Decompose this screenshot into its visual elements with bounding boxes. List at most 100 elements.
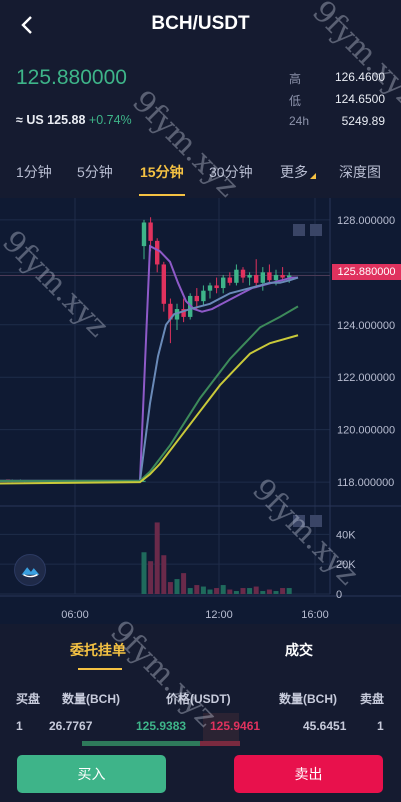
candle-body (194, 295, 199, 302)
candle-body (141, 222, 147, 247)
moving-average-line (0, 244, 298, 482)
y-tick-label: 122.000000 (337, 372, 395, 384)
stat-low-value: 124.6500 (334, 92, 385, 106)
last-price: 125.880000 (16, 66, 127, 89)
volume-bar (273, 591, 279, 594)
volume-bar (240, 588, 246, 594)
kline-svg: 128.000000126.000000124.000000122.000000… (0, 198, 401, 624)
change-percent: +0.74% (88, 113, 132, 127)
chart-tool-icon (310, 224, 322, 236)
candle-body (260, 272, 265, 283)
stat-high-value: 126.4600 (334, 70, 385, 84)
volume-bar (167, 582, 173, 594)
tab-5m[interactable]: 5分钟 (77, 162, 113, 182)
candle-body (273, 274, 279, 281)
candle-body (280, 274, 285, 278)
volume-bar (247, 588, 253, 594)
orderbook-header: 买盘 数量(BCH) 价格(USDT) 数量(BCH) 卖盘 (0, 690, 401, 710)
active-tab-indicator (139, 194, 185, 196)
order-tab-indicator (78, 668, 122, 670)
platform-logo-icon[interactable] (14, 554, 46, 586)
candle-body (207, 285, 213, 291)
header-qty-left: 数量(BCH) (62, 692, 120, 706)
chart-tool-icon (310, 515, 322, 527)
candle-body (161, 264, 166, 304)
header-qty-right: 数量(BCH) (279, 692, 337, 706)
volume-bar (214, 588, 220, 594)
candle-body (201, 290, 206, 302)
candle-body (254, 274, 259, 283)
stat-low-label: 低 (289, 94, 302, 108)
ask-index: 1 (377, 719, 384, 733)
stat-high: 高 126.4600 (289, 70, 385, 92)
page-title: BCH/USDT (151, 13, 250, 34)
volume-bar (207, 589, 213, 594)
volume-bar (194, 585, 200, 594)
tab-more[interactable]: 更多 (280, 162, 308, 182)
volume-tick-label: 40K (336, 529, 356, 541)
volume-bar (220, 585, 226, 594)
volume-bar (141, 552, 147, 594)
bid-depth-bar (82, 741, 200, 746)
order-tabs: 委托挂单 成交 (0, 624, 401, 674)
x-tick-label: 12:00 (205, 609, 233, 621)
volume-bar (253, 586, 259, 594)
orderbook-row[interactable]: 1 26.7767 125.9383 125.9461 45.6451 1 (0, 719, 401, 739)
y-tick-label: 128.000000 (337, 215, 395, 227)
volume-bar (161, 555, 167, 594)
tab-trades[interactable]: 成交 (285, 640, 313, 660)
ask-quantity: 45.6451 (303, 719, 347, 733)
candle-body (214, 285, 219, 289)
buy-button[interactable]: 买入 (17, 755, 166, 793)
y-tick-label: 120.000000 (337, 425, 395, 437)
volume-bar (286, 588, 292, 594)
kline-chart[interactable]: 128.000000126.000000124.000000122.000000… (0, 198, 401, 624)
volume-bar (233, 591, 239, 594)
candle-body (247, 274, 252, 278)
sell-button[interactable]: 卖出 (234, 755, 383, 793)
ask-depth-bar (200, 741, 240, 746)
moving-average-line (0, 305, 299, 482)
x-tick-label: 06:00 (61, 609, 89, 621)
volume-bar (148, 561, 154, 594)
volume-bar (200, 586, 206, 594)
candle-body (148, 222, 153, 241)
tab-1m[interactable]: 1分钟 (16, 162, 52, 182)
more-dropdown-icon (310, 173, 316, 179)
stat-high-label: 高 (289, 72, 302, 86)
chart-tool-icon (293, 224, 305, 236)
header-price: 价格(USDT) (166, 692, 231, 706)
volume-tick-label: 0 (336, 589, 342, 601)
volume-bar (181, 573, 187, 594)
chart-tool-icon (293, 515, 305, 527)
header-buy: 买盘 (16, 692, 41, 706)
candle-body (240, 269, 246, 278)
top-bar: BCH/USDT (0, 0, 401, 52)
volume-bar (227, 589, 233, 594)
y-tick-label: 124.000000 (337, 320, 395, 332)
tab-depth[interactable]: 深度图 (339, 162, 381, 182)
volume-bar (187, 588, 193, 594)
interval-tabs: 1分钟 5分钟 15分钟 30分钟 更多 深度图 (0, 150, 401, 196)
bid-price: 125.9383 (136, 719, 187, 733)
y-tick-label: 118.000000 (337, 477, 394, 489)
tab-15m[interactable]: 15分钟 (140, 162, 184, 182)
candle-body (155, 240, 160, 265)
candle-body (267, 272, 272, 281)
tab-30m[interactable]: 30分钟 (209, 162, 253, 182)
candle-body (221, 277, 226, 289)
volume-tick-label: 20K (336, 559, 356, 571)
moving-average-line (0, 276, 299, 482)
volume-bar (280, 588, 286, 594)
stat-volume-label: 24h (289, 114, 310, 128)
ask-price: 125.9461 (210, 719, 261, 733)
volume-bar (266, 589, 272, 594)
x-tick-label: 16:00 (301, 609, 329, 621)
tab-open-orders[interactable]: 委托挂单 (70, 640, 126, 660)
stat-volume-value: 5249.89 (341, 114, 385, 128)
header-sell: 卖盘 (360, 692, 385, 706)
candle-body (227, 277, 232, 283)
bid-quantity: 26.7767 (49, 719, 93, 733)
ticker-stats: 高 126.4600 低 124.6500 24h 5249.89 (289, 70, 385, 136)
stat-low: 低 124.6500 (289, 92, 385, 114)
